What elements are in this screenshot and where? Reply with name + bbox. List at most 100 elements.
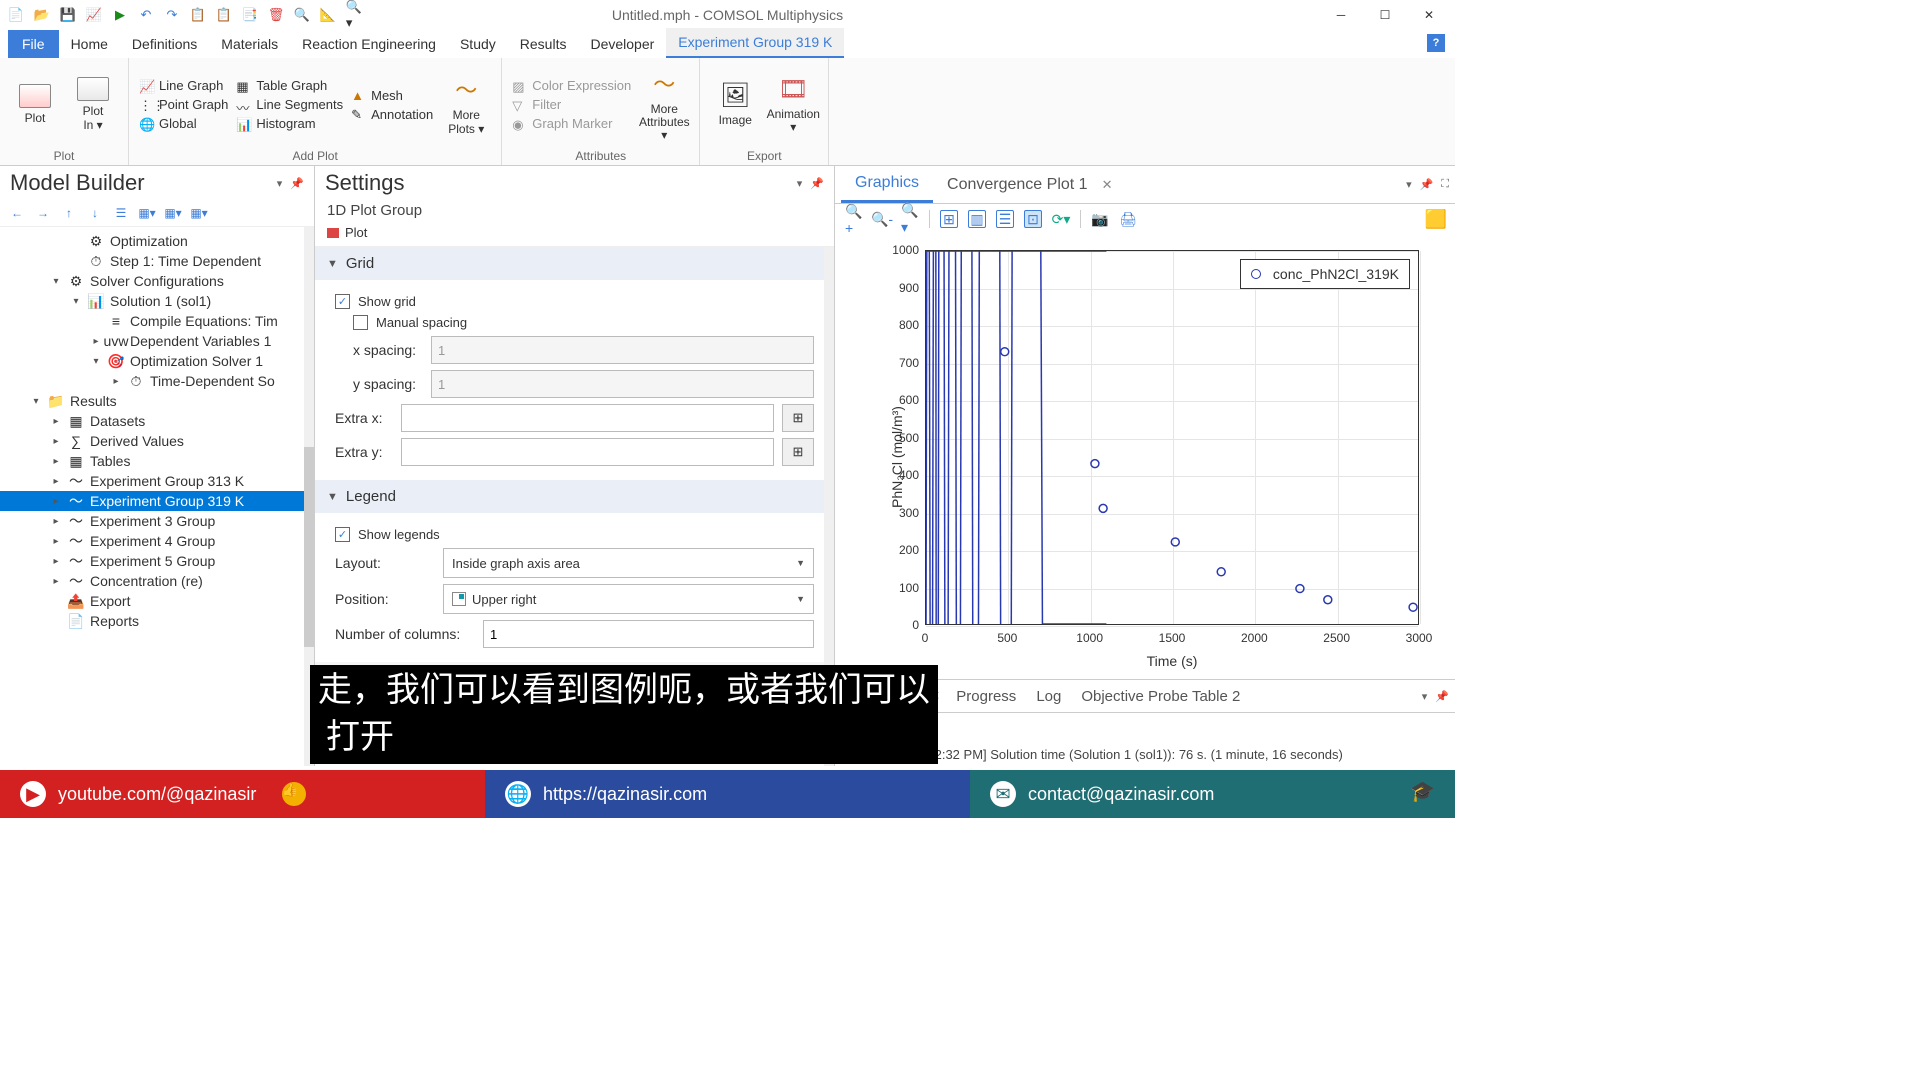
menu-developer[interactable]: Developer bbox=[578, 30, 666, 58]
tool3-icon[interactable]: ▦▾ bbox=[190, 204, 208, 222]
tree-toggle[interactable]: ▾ bbox=[70, 296, 82, 307]
zoom-extents-icon[interactable]: 🔍▾ bbox=[901, 210, 919, 228]
tree-scrollbar[interactable] bbox=[304, 227, 314, 766]
tree-item[interactable]: ▸⏱Time-Dependent So bbox=[0, 371, 314, 391]
tree-toggle[interactable]: ▸ bbox=[50, 416, 62, 427]
tree-item[interactable]: ▸▦Tables bbox=[0, 451, 314, 471]
zoom-in-icon[interactable]: 🔍+ bbox=[845, 210, 863, 228]
tree-item[interactable]: ▸〜Experiment 4 Group bbox=[0, 531, 314, 551]
tree-item[interactable]: ▸〜Experiment 3 Group bbox=[0, 511, 314, 531]
tree-item[interactable]: ▾⚙Solver Configurations bbox=[0, 271, 314, 291]
tree-toggle[interactable]: ▸ bbox=[50, 516, 62, 527]
tab-log[interactable]: Log bbox=[1026, 682, 1071, 711]
run-icon[interactable]: ▶ bbox=[112, 7, 128, 23]
pin-icon[interactable]: 📌 bbox=[290, 177, 304, 190]
section-grid-header[interactable]: ▼ Grid bbox=[315, 247, 834, 280]
forward-icon[interactable]: → bbox=[34, 204, 52, 222]
menu-materials[interactable]: Materials bbox=[209, 30, 290, 58]
pin-icon[interactable]: 📌 bbox=[1435, 690, 1449, 703]
image-export-button[interactable]: 🖼 Image bbox=[710, 81, 760, 127]
expand-icon[interactable]: ⛶ bbox=[1441, 178, 1449, 191]
tree-toggle[interactable]: ▸ bbox=[50, 456, 62, 467]
pin-icon[interactable]: 📌 bbox=[810, 177, 824, 190]
tree-toggle[interactable]: ▾ bbox=[50, 276, 62, 287]
tree-item[interactable]: ▾📁Results bbox=[0, 391, 314, 411]
section-window-settings-header[interactable]: ▶ Window Settings bbox=[315, 695, 834, 728]
close-button[interactable]: ✕ bbox=[1419, 5, 1439, 25]
tab-convergence[interactable]: Convergence Plot 1 bbox=[933, 168, 1102, 202]
tab-graphics[interactable]: Graphics bbox=[841, 166, 933, 203]
tree-toggle[interactable]: ▾ bbox=[90, 356, 102, 367]
tree-item[interactable]: ▸∑Derived Values bbox=[0, 431, 314, 451]
extra-y-input[interactable] bbox=[401, 438, 774, 466]
tree-item[interactable]: ▸〜Concentration (re) bbox=[0, 571, 314, 591]
manual-spacing-checkbox[interactable] bbox=[353, 315, 368, 330]
model-tree[interactable]: ⚙Optimization⏱Step 1: Time Dependent▾⚙So… bbox=[0, 227, 314, 766]
show-grid-checkbox[interactable] bbox=[335, 294, 350, 309]
open-icon[interactable]: 📂 bbox=[34, 7, 50, 23]
position-dropdown[interactable]: Upper right▼ bbox=[443, 584, 814, 614]
view-4-icon[interactable]: ⊡ bbox=[1024, 210, 1042, 228]
up-icon[interactable]: ↑ bbox=[60, 204, 78, 222]
tree-item[interactable]: ⚙Optimization bbox=[0, 231, 314, 251]
settings-scrollbar[interactable] bbox=[824, 247, 834, 766]
line-segments-button[interactable]: 〰Line Segments bbox=[236, 97, 343, 112]
insert-icon[interactable]: 📑 bbox=[242, 7, 258, 23]
menu-home[interactable]: Home bbox=[59, 30, 120, 58]
back-icon[interactable]: ← bbox=[8, 204, 26, 222]
footer-email[interactable]: ✉ contact@qazinasir.com bbox=[970, 770, 1455, 818]
section-number-format-header[interactable]: ▶ Number Format bbox=[315, 662, 834, 695]
down-icon[interactable]: ↓ bbox=[86, 204, 104, 222]
search-icon[interactable]: 🔍 bbox=[294, 7, 310, 23]
view-2-icon[interactable]: ▥ bbox=[968, 210, 986, 228]
view-1-icon[interactable]: ⊞ bbox=[940, 210, 958, 228]
line-graph-button[interactable]: 📈Line Graph bbox=[139, 78, 228, 93]
plot-area[interactable]: conc_PhN2Cl_319K010020030040050060070080… bbox=[835, 234, 1455, 679]
table-graph-button[interactable]: ▦Table Graph bbox=[236, 78, 343, 93]
minimize-button[interactable]: ─ bbox=[1331, 5, 1351, 25]
footer-website[interactable]: 🌐 https://qazinasir.com bbox=[485, 770, 970, 818]
show-legends-checkbox[interactable] bbox=[335, 527, 350, 542]
view-3-icon[interactable]: ☰ bbox=[996, 210, 1014, 228]
brush-icon[interactable]: 🖌 bbox=[845, 720, 862, 736]
pin-icon[interactable]: 📌 bbox=[1420, 178, 1434, 191]
tree-item[interactable]: ▾🎯Optimization Solver 1 bbox=[0, 351, 314, 371]
footer-youtube[interactable]: ▶ youtube.com/@qazinasir bbox=[0, 770, 485, 818]
tab-messages[interactable]: Messages bbox=[841, 680, 929, 712]
tab-objective[interactable]: Objective Probe Table 2 bbox=[1071, 682, 1250, 711]
tree-item[interactable]: 📄Reports bbox=[0, 611, 314, 631]
tree-toggle[interactable]: ▸ bbox=[50, 536, 62, 547]
tree-item[interactable]: ▸〜Experiment 5 Group bbox=[0, 551, 314, 571]
collapse-all-icon[interactable]: ☰ bbox=[112, 204, 130, 222]
plot-action-button[interactable]: Plot bbox=[345, 225, 367, 240]
tree-item[interactable]: ▸uvwDependent Variables 1 bbox=[0, 331, 314, 351]
tree-item[interactable]: ≡Compile Equations: Tim bbox=[0, 311, 314, 331]
maximize-button[interactable]: ☐ bbox=[1375, 5, 1395, 25]
cube-icon[interactable]: 🟨 bbox=[1427, 210, 1445, 228]
tree-toggle[interactable]: ▸ bbox=[90, 336, 102, 347]
undo-icon[interactable]: ↶ bbox=[138, 7, 154, 23]
extra-x-range-button[interactable]: ⊞ bbox=[782, 404, 814, 432]
section-legend-header[interactable]: ▼ Legend bbox=[315, 480, 834, 513]
num-columns-input[interactable] bbox=[483, 620, 814, 648]
mesh-button[interactable]: ▲Mesh bbox=[351, 88, 433, 103]
paste-icon[interactable]: 📋 bbox=[216, 7, 232, 23]
save-icon[interactable]: 💾 bbox=[60, 7, 76, 23]
collapse-icon[interactable]: ▾ bbox=[1406, 178, 1412, 191]
more-attributes-button[interactable]: 〜 MoreAttributes ▾ bbox=[639, 67, 689, 143]
histogram-button[interactable]: 📊Histogram bbox=[236, 116, 343, 131]
tree-toggle[interactable]: ▸ bbox=[50, 576, 62, 587]
more-plots-button[interactable]: 〜 MorePlots ▾ bbox=[441, 73, 491, 135]
tab-progress[interactable]: Progress bbox=[946, 682, 1026, 711]
new-icon[interactable]: 📄 bbox=[8, 7, 24, 23]
collapse-icon[interactable]: ▾ bbox=[277, 177, 283, 190]
tree-toggle[interactable]: ▾ bbox=[30, 396, 42, 407]
zoom-dropdown-icon[interactable]: 🔍▾ bbox=[346, 7, 362, 23]
measure-icon[interactable]: 📐 bbox=[320, 7, 336, 23]
menu-definitions[interactable]: Definitions bbox=[120, 30, 209, 58]
graph-icon[interactable]: 📈 bbox=[86, 7, 102, 23]
redo-icon[interactable]: ↷ bbox=[164, 7, 180, 23]
tree-toggle[interactable]: ▸ bbox=[50, 496, 62, 507]
menu-experiment-group[interactable]: Experiment Group 319 K bbox=[666, 28, 844, 58]
delete-icon[interactable]: 🗑 bbox=[268, 7, 284, 23]
